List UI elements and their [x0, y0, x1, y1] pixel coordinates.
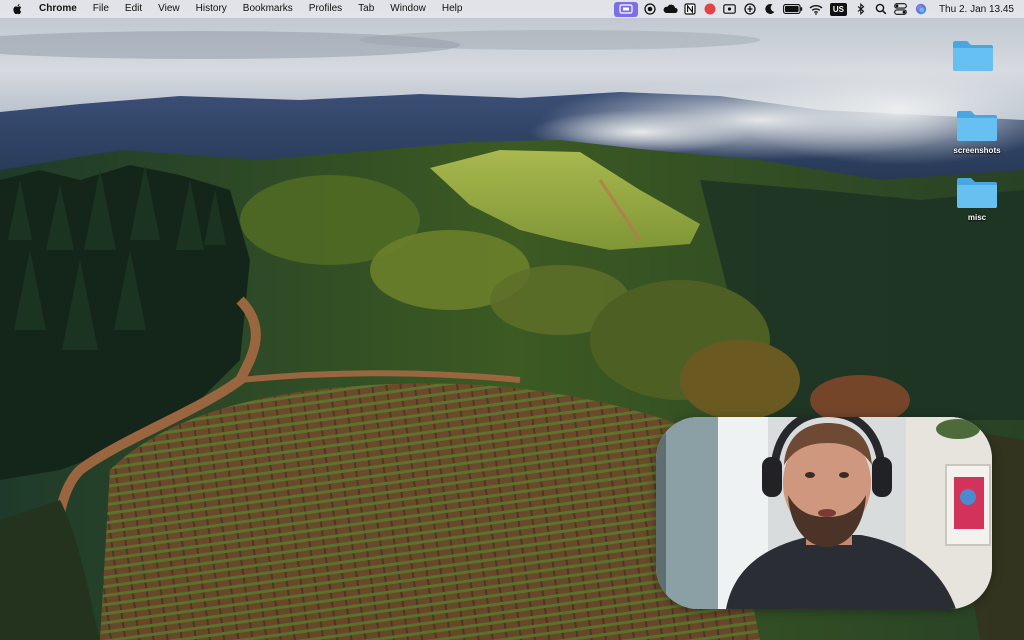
display-icon[interactable] [722, 0, 738, 18]
cloud-icon[interactable] [662, 0, 678, 18]
control-center-icon[interactable] [893, 0, 909, 18]
menu-bookmarks[interactable]: Bookmarks [235, 0, 301, 18]
battery-icon[interactable] [782, 0, 804, 18]
desktop-folder-screenshots[interactable]: screenshots [942, 107, 1012, 155]
webcam-overlay[interactable] [656, 417, 992, 609]
webcam-feed-icon [656, 417, 992, 609]
menu-help[interactable]: Help [434, 0, 471, 18]
desktop-folder-unnamed[interactable] [938, 37, 1008, 76]
apple-icon[interactable] [13, 3, 23, 15]
moon-icon[interactable] [762, 0, 778, 18]
red-circle-icon[interactable] [702, 0, 718, 18]
desktop-folder-misc[interactable]: misc [942, 174, 1012, 222]
menu-bar-left: Chrome File Edit View History Bookmarks … [0, 0, 470, 18]
menu-history[interactable]: History [188, 0, 235, 18]
notion-icon[interactable] [682, 0, 698, 18]
folder-icon [953, 41, 993, 71]
menu-edit[interactable]: Edit [117, 0, 150, 18]
record-dot-icon[interactable] [642, 0, 658, 18]
folder-icon [957, 111, 997, 141]
vpn-icon[interactable] [742, 0, 758, 18]
menu-bar: Chrome File Edit View History Bookmarks … [0, 0, 1024, 18]
siri-icon[interactable] [913, 0, 929, 18]
folder-icon [957, 178, 997, 208]
app-menu-chrome[interactable]: Chrome [33, 0, 85, 18]
bluetooth-icon[interactable] [853, 0, 869, 18]
menu-bar-clock[interactable]: Thu 2. Jan 13.45 [931, 4, 1024, 15]
menu-tab[interactable]: Tab [350, 0, 382, 18]
screen-record-icon[interactable] [613, 1, 638, 17]
menu-view[interactable]: View [150, 0, 188, 18]
search-icon[interactable] [873, 0, 889, 18]
keyboard-layout-icon[interactable]: US [829, 2, 847, 16]
menu-bar-extras: US Thu 2. Jan 13.45 [612, 0, 1024, 18]
menu-file[interactable]: File [85, 0, 117, 18]
menu-profiles[interactable]: Profiles [301, 0, 350, 18]
desktop-folder-label: screenshots [953, 146, 1001, 155]
menu-window[interactable]: Window [382, 0, 434, 18]
wifi-icon[interactable] [808, 0, 824, 18]
desktop-folder-label: misc [967, 213, 987, 222]
